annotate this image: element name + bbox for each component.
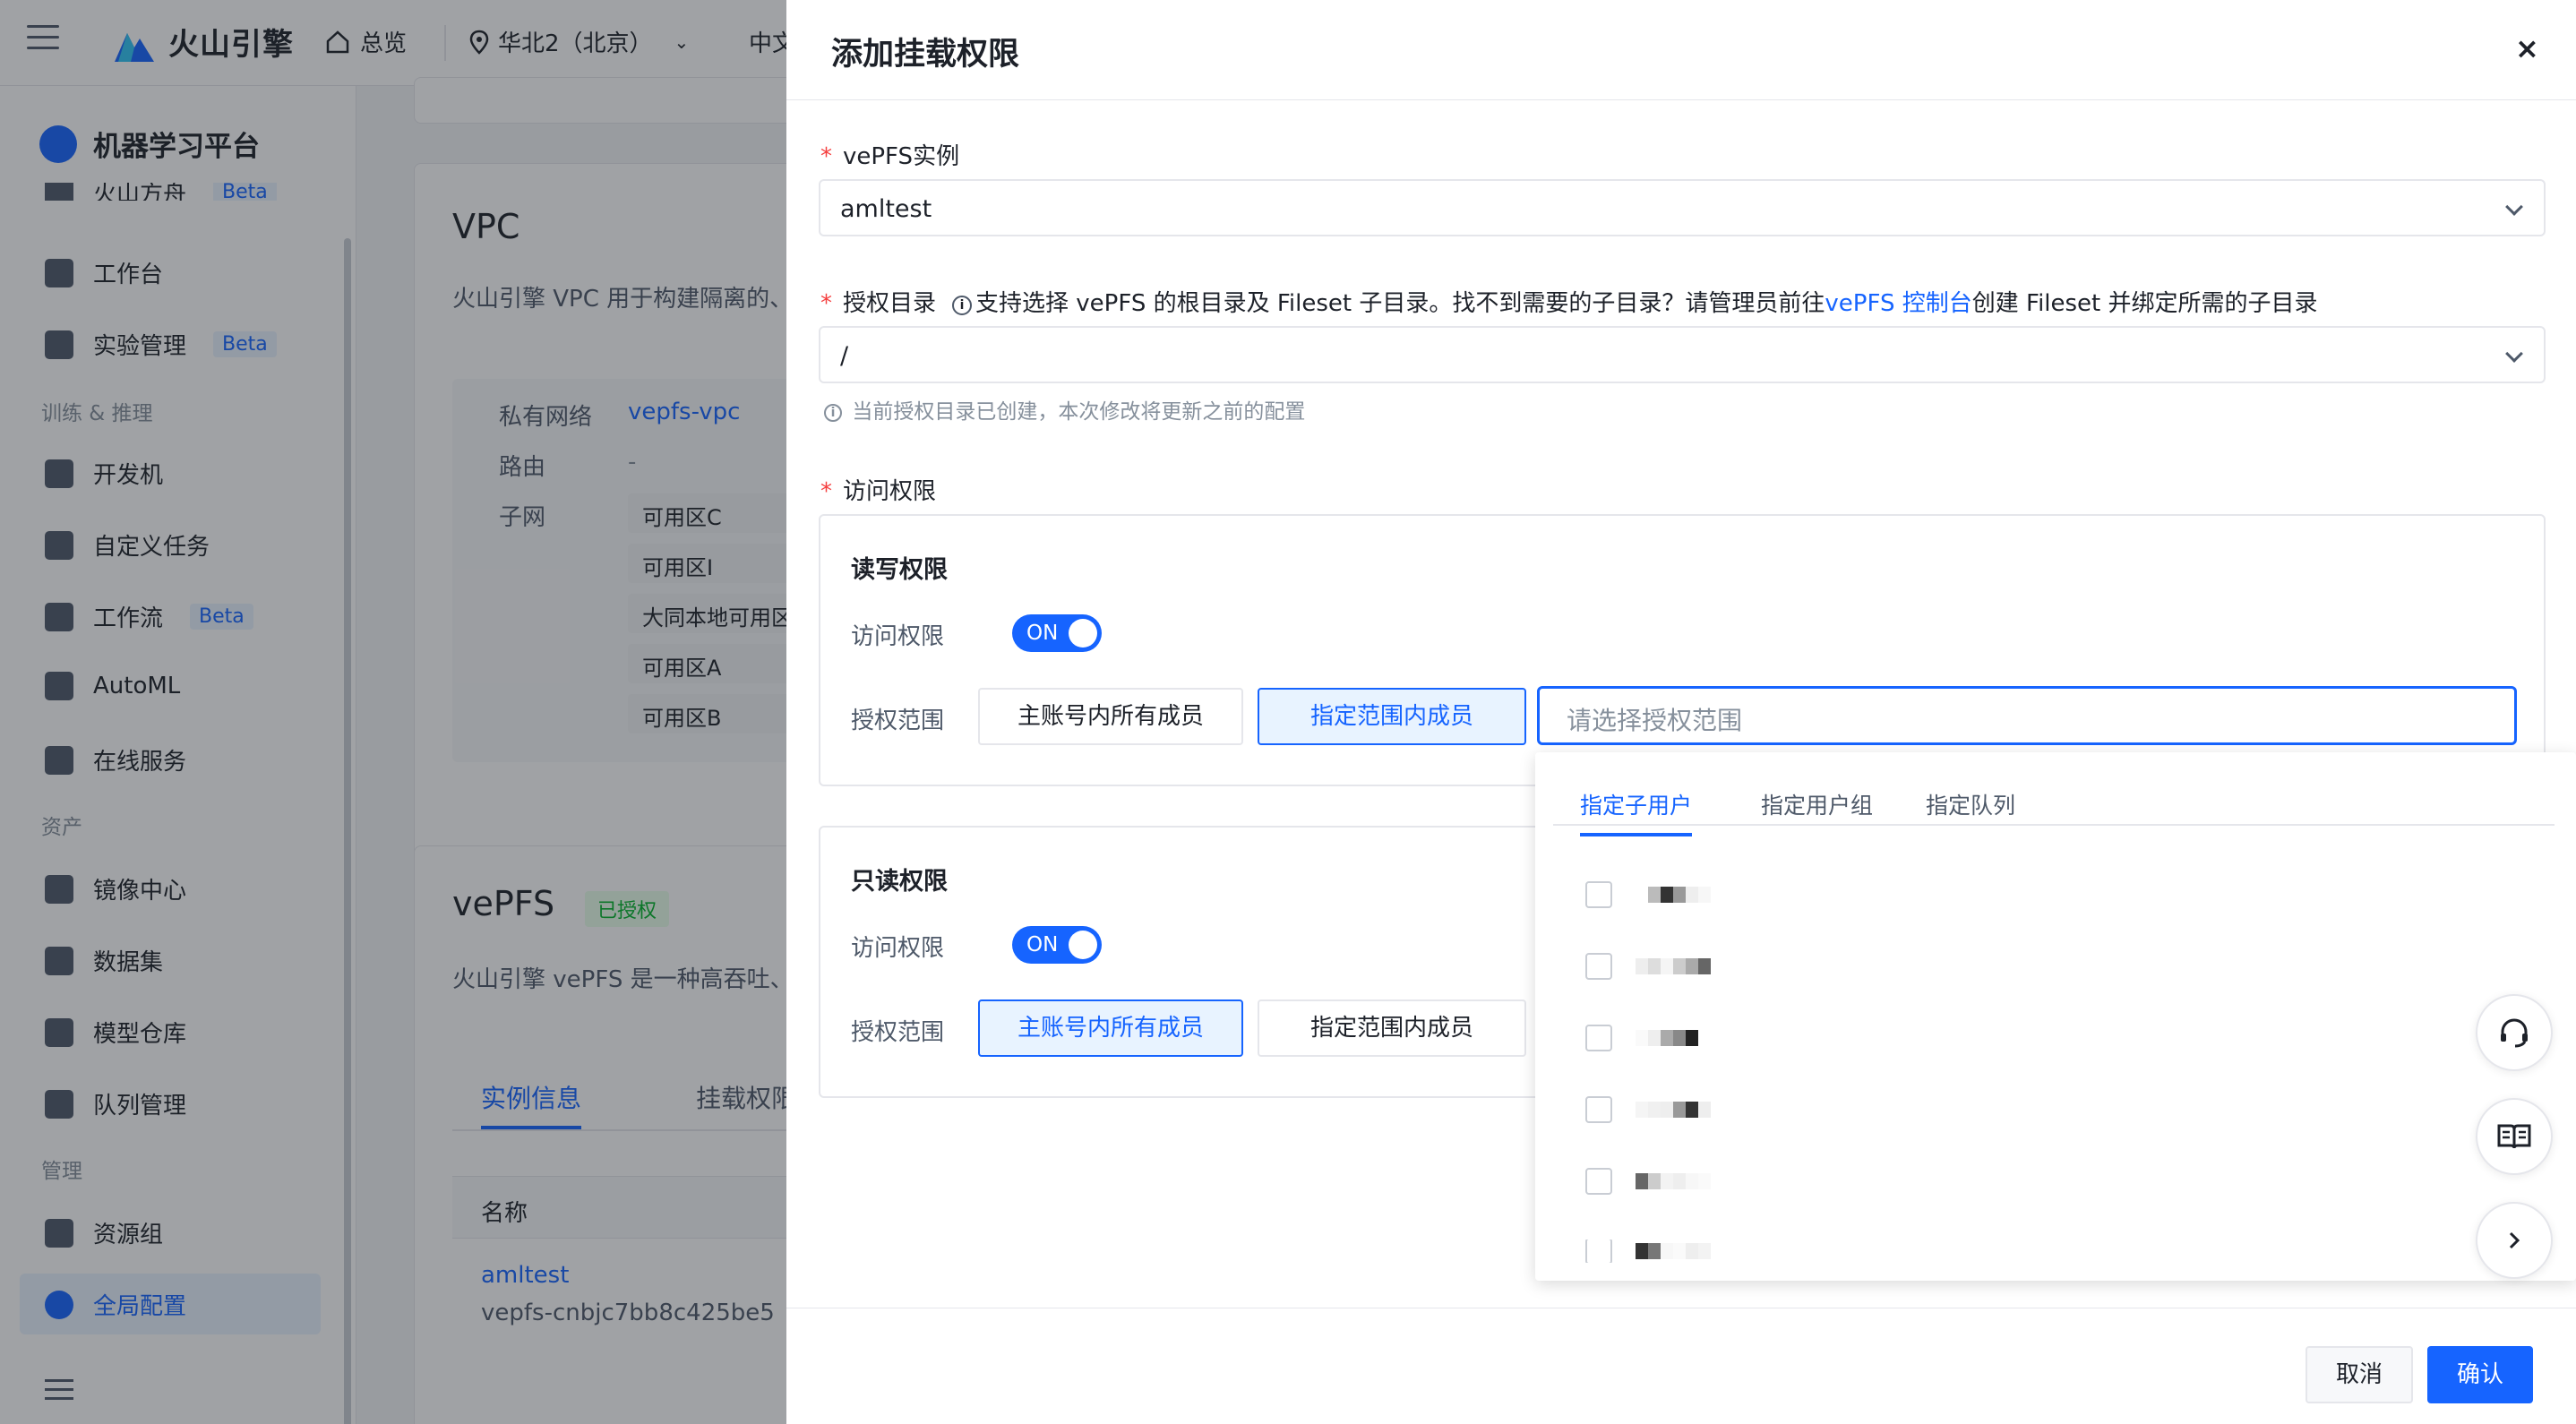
tab-user-groups[interactable]: 指定用户组 [1761, 788, 1873, 820]
info-icon: i [824, 404, 842, 422]
list-item[interactable] [1585, 1240, 1711, 1263]
docs-button[interactable] [2476, 1098, 2553, 1175]
switch-knob [1069, 619, 1097, 648]
expand-button[interactable] [2476, 1202, 2553, 1279]
vepfs-console-link[interactable]: vePFS 控制台 [1825, 290, 1971, 317]
checkbox[interactable] [1585, 1096, 1612, 1123]
chevron-down-icon [2505, 198, 2523, 216]
dir-hint-text: 支持选择 vePFS 的根目录及 Fileset 子目录。找不到需要的子目录？请… [975, 290, 1825, 317]
cancel-button[interactable]: 取消 [2306, 1346, 2413, 1403]
ro-access-switch[interactable]: ON [1012, 926, 1102, 964]
switch-label: ON [1026, 933, 1059, 956]
rw-scope-all-members[interactable]: 主账号内所有成员 [978, 688, 1243, 745]
auth-directory-select[interactable]: / [819, 326, 2546, 383]
book-icon [2497, 1124, 2531, 1149]
add-mount-permission-drawer: 添加挂载权限 × * vePFS实例 amltest * 授权目录 i 支持选择 veP… [786, 0, 2576, 1424]
support-button[interactable] [2476, 994, 2553, 1071]
ro-access-label: 访问权限 [851, 935, 945, 962]
chevron-down-icon [2505, 345, 2523, 363]
info-icon: i [952, 296, 973, 315]
list-item[interactable] [1585, 1096, 1711, 1123]
read-write-permission-box: 读写权限 访问权限 ON 授权范围 主账号内所有成员 指定范围内成员 请选择授权… [819, 514, 2546, 786]
switch-knob [1069, 931, 1097, 959]
list-item[interactable] [1585, 881, 1711, 908]
access-label-text: 访问权限 [843, 478, 937, 505]
chevron-right-icon [2509, 1231, 2520, 1249]
checkbox[interactable] [1585, 1168, 1612, 1195]
rw-access-label: 访问权限 [851, 623, 945, 650]
ro-scope-label: 授权范围 [851, 1019, 945, 1046]
drawer-header: 添加挂载权限 × [786, 0, 2576, 100]
instance-select-value: amltest [840, 195, 932, 223]
ro-scope-all-members[interactable]: 主账号内所有成员 [978, 999, 1243, 1057]
checkbox[interactable] [1585, 881, 1612, 908]
redacted-name [1636, 1102, 1711, 1118]
drawer-footer: 取消 确认 [786, 1308, 2576, 1424]
redacted-name [1636, 1173, 1711, 1189]
drawer-title: 添加挂载权限 [831, 37, 1020, 73]
directory-helper-text: 当前授权目录已创建，本次修改将更新之前的配置 [852, 400, 1306, 424]
dir-label-text: 授权目录 [843, 290, 937, 317]
vepfs-instance-select[interactable]: amltest [819, 179, 2546, 236]
dropdown-tabs: 指定子用户 指定用户组 指定队列 [1553, 777, 2555, 836]
redacted-name [1636, 887, 1711, 903]
rw-scope-specific-members[interactable]: 指定范围内成员 [1258, 688, 1526, 745]
rw-scope-input[interactable]: 请选择授权范围 [1537, 686, 2517, 745]
required-mark: * [820, 143, 832, 170]
directory-helper: i 当前授权目录已创建，本次修改将更新之前的配置 [820, 394, 1305, 425]
checkbox[interactable] [1585, 1025, 1612, 1051]
required-mark: * [820, 478, 832, 505]
list-item[interactable] [1585, 953, 1711, 980]
read-only-title: 只读权限 [851, 868, 948, 896]
close-icon[interactable]: × [2515, 34, 2539, 63]
rw-access-switch[interactable]: ON [1012, 614, 1102, 652]
access-field-label: * 访问权限 [820, 473, 936, 506]
redacted-name [1636, 1243, 1711, 1259]
confirm-button[interactable]: 确认 [2427, 1346, 2533, 1403]
tab-sub-users[interactable]: 指定子用户 [1580, 788, 1693, 836]
headset-icon [2501, 1018, 2528, 1048]
checkbox[interactable] [1585, 1240, 1612, 1263]
list-item[interactable] [1585, 1025, 1698, 1051]
checkbox[interactable] [1585, 953, 1612, 980]
read-write-title: 读写权限 [851, 556, 948, 584]
dir-hint-text-end: 创建 Fileset 并绑定所需的子目录 [1971, 290, 2318, 317]
redacted-name [1636, 1030, 1698, 1046]
dir-field-label: * 授权目录 i 支持选择 vePFS 的根目录及 Fileset 子目录。找不到需要… [820, 285, 2318, 318]
ro-scope-specific-members[interactable]: 指定范围内成员 [1258, 999, 1526, 1057]
list-item[interactable] [1585, 1168, 1711, 1195]
scope-dropdown: 指定子用户 指定用户组 指定队列 [1535, 752, 2576, 1281]
directory-select-value: / [840, 342, 849, 370]
rw-scope-label: 授权范围 [851, 708, 945, 734]
redacted-name [1636, 958, 1711, 974]
instance-label-text: vePFS实例 [843, 143, 960, 170]
tab-queues[interactable]: 指定队列 [1926, 788, 2015, 820]
required-mark: * [820, 290, 832, 317]
instance-field-label: * vePFS实例 [820, 138, 959, 171]
switch-label: ON [1026, 622, 1059, 645]
